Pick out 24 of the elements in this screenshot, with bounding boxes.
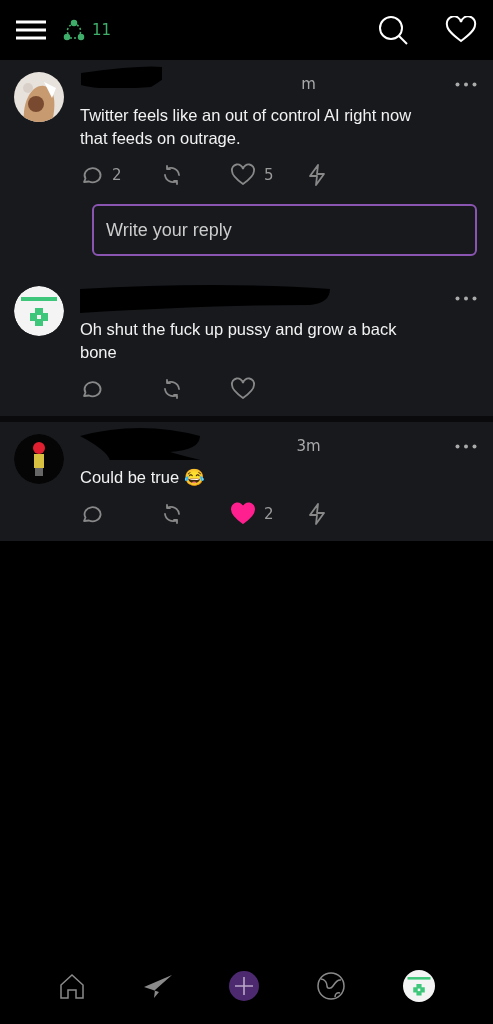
avatar-figure-icon: [14, 434, 64, 484]
more-options-icon[interactable]: [455, 444, 477, 449]
post-text: Twitter feels like an out of control AI right now that feeds on outrage.: [80, 105, 413, 149]
avatar-logo-icon: [14, 286, 64, 336]
post-text: Oh shut the fuck up pussy and grow a back bone: [80, 319, 398, 363]
menu-icon[interactable]: [16, 20, 46, 40]
heart-icon[interactable]: [445, 16, 477, 44]
notification-count: 11: [92, 21, 112, 39]
post-time: m: [300, 75, 316, 93]
post-time: 3m: [295, 437, 321, 455]
profile-icon[interactable]: [402, 970, 435, 1002]
post-text: Could be true 😂: [80, 467, 206, 488]
paper-plane-icon[interactable]: [142, 973, 173, 999]
more-options-icon[interactable]: [455, 296, 477, 301]
more-options-icon[interactable]: [455, 82, 477, 87]
compose-icon[interactable]: [229, 971, 260, 1001]
like-count: 5: [264, 166, 274, 184]
reply-count: 2: [112, 166, 122, 184]
network-icon[interactable]: [62, 18, 86, 42]
reply-field[interactable]: Write your reply: [92, 204, 477, 256]
search-icon[interactable]: [377, 14, 409, 46]
like-count: 2: [264, 505, 274, 523]
globe-icon[interactable]: [316, 971, 347, 1001]
home-icon[interactable]: [58, 972, 87, 1000]
